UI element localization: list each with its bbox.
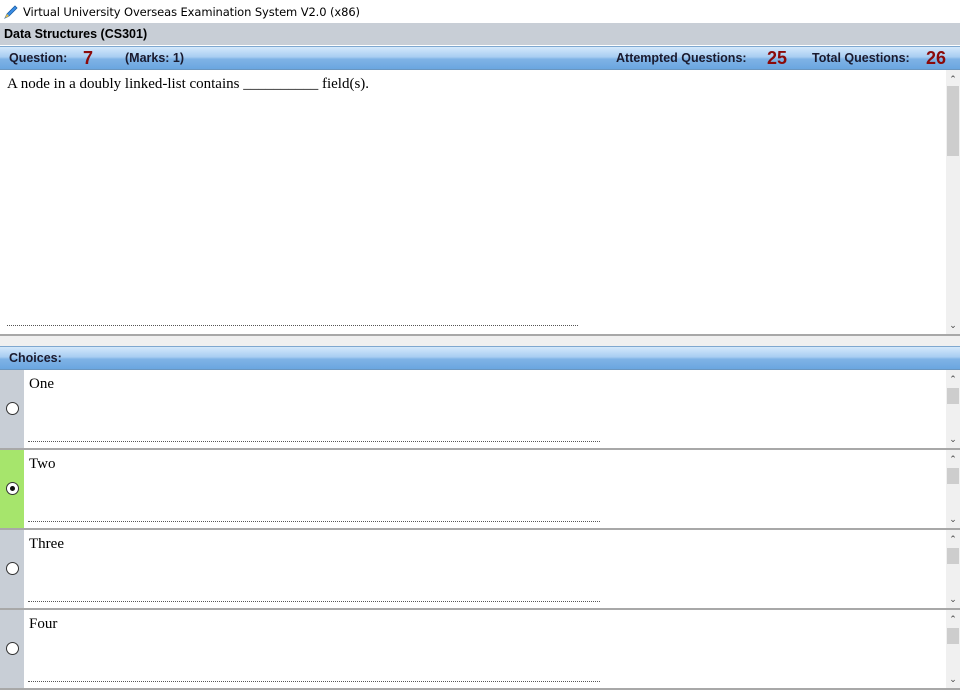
choice-scrollbar[interactable]: ⌃ ⌄ — [946, 370, 960, 448]
scroll-thumb[interactable] — [947, 628, 959, 644]
choice-selector[interactable] — [0, 370, 24, 448]
subject-header: Data Structures (CS301) — [0, 23, 960, 45]
choice-text: Two — [29, 456, 56, 472]
question-info-bar: Question: 7 (Marks: 1) Attempted Questio… — [0, 46, 960, 70]
choice-dotted-line — [28, 681, 600, 682]
choice-dotted-line — [28, 521, 600, 522]
choice-option-two[interactable]: Two ⌃ ⌄ — [0, 450, 960, 530]
radio-button[interactable] — [6, 642, 19, 655]
choice-option-one[interactable]: One ⌃ ⌄ — [0, 370, 960, 450]
choice-dotted-line — [28, 441, 600, 442]
scroll-down-icon[interactable]: ⌄ — [946, 318, 960, 332]
question-scrollbar[interactable]: ⌃ ⌄ — [946, 70, 960, 334]
choice-text: Three — [29, 536, 64, 552]
panel-divider[interactable] — [0, 336, 960, 346]
scroll-down-icon[interactable]: ⌄ — [946, 592, 960, 606]
attempted-questions-count: 25 — [767, 48, 788, 68]
scroll-down-icon[interactable]: ⌄ — [946, 512, 960, 526]
choice-option-three[interactable]: Three ⌃ ⌄ — [0, 530, 960, 610]
choice-selector[interactable] — [0, 530, 24, 608]
attempted-questions-label: Attempted Questions: — [616, 51, 747, 65]
marks-label: (Marks: 1) — [125, 51, 185, 65]
scroll-down-icon[interactable]: ⌄ — [946, 432, 960, 446]
scroll-thumb[interactable] — [947, 86, 959, 156]
choice-scrollbar[interactable]: ⌃ ⌄ — [946, 450, 960, 528]
choice-option-four[interactable]: Four ⌃ ⌄ — [0, 610, 960, 690]
question-dotted-line — [7, 325, 578, 326]
scroll-up-icon[interactable]: ⌃ — [946, 72, 960, 86]
scroll-thumb[interactable] — [947, 468, 959, 484]
scroll-thumb[interactable] — [947, 548, 959, 564]
choice-scrollbar[interactable]: ⌃ ⌄ — [946, 610, 960, 688]
total-questions-label: Total Questions: — [812, 51, 910, 65]
choice-text: Four — [29, 616, 58, 632]
total-questions-count: 26 — [926, 48, 947, 68]
choice-text: One — [29, 376, 54, 392]
question-label: Question: — [9, 51, 68, 65]
question-text: A node in a doubly linked-list contains … — [7, 76, 370, 92]
choice-dotted-line — [28, 601, 600, 602]
window-title: Virtual University Overseas Examination … — [23, 4, 360, 19]
scroll-down-icon[interactable]: ⌄ — [946, 672, 960, 686]
window-titlebar: Virtual University Overseas Examination … — [0, 0, 960, 23]
choice-scrollbar[interactable]: ⌃ ⌄ — [946, 530, 960, 608]
question-panel: A node in a doubly linked-list contains … — [0, 70, 960, 336]
scroll-up-icon[interactable]: ⌃ — [946, 372, 960, 386]
choices-header: Choices: — [0, 346, 960, 370]
question-number: 7 — [83, 48, 94, 68]
choice-selector[interactable] — [0, 610, 24, 688]
scroll-up-icon[interactable]: ⌃ — [946, 532, 960, 546]
scroll-up-icon[interactable]: ⌃ — [946, 612, 960, 626]
radio-button[interactable] — [6, 562, 19, 575]
pen-icon — [4, 4, 18, 19]
radio-button[interactable] — [6, 402, 19, 415]
radio-button[interactable] — [6, 482, 19, 495]
subject-title: Data Structures (CS301) — [4, 27, 148, 41]
scroll-up-icon[interactable]: ⌃ — [946, 452, 960, 466]
choices-label: Choices: — [9, 351, 62, 365]
scroll-thumb[interactable] — [947, 388, 959, 404]
choice-selector[interactable] — [0, 450, 24, 528]
